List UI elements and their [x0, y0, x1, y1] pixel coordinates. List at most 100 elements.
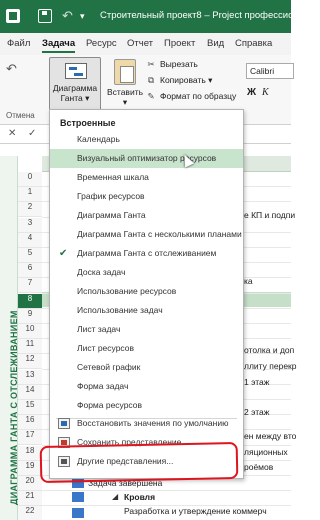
- gantt-chart-button[interactable]: Диаграмма Ганта ▾: [49, 57, 101, 112]
- row-number[interactable]: 8: [18, 293, 42, 309]
- row-number[interactable]: 17: [18, 430, 42, 446]
- view-resource-usage[interactable]: Использование ресурсов: [50, 282, 243, 301]
- row-text-8[interactable]: ляционных: [244, 447, 288, 457]
- row-text-4[interactable]: ллиту перекр: [244, 361, 297, 371]
- task-name[interactable]: Разработка и утверждение коммерч: [124, 506, 267, 516]
- row-number[interactable]: 16: [18, 415, 42, 431]
- cut-button[interactable]: ✂ Вырезать: [146, 57, 198, 71]
- paste-icon[interactable]: [114, 59, 136, 85]
- view-resource-usage-label: Использование ресурсов: [77, 286, 177, 296]
- view-visual-resource-planner[interactable]: Визуальный оптимизатор ресурсов: [50, 149, 243, 168]
- row-number[interactable]: 14: [18, 384, 42, 400]
- italic-button[interactable]: К: [262, 87, 269, 98]
- ribbon-undo-icon[interactable]: ↶: [6, 61, 17, 77]
- tab-file[interactable]: Файл: [7, 38, 30, 49]
- view-resource-sheet[interactable]: Лист ресурсов: [50, 339, 243, 358]
- scissors-icon: ✂: [147, 59, 155, 69]
- view-task-form[interactable]: Форма задач: [50, 377, 243, 396]
- row-number[interactable]: 7: [18, 278, 42, 294]
- view-task-usage[interactable]: Использование задач: [50, 301, 243, 320]
- summary-task-name[interactable]: Кровля: [124, 492, 155, 502]
- row-number[interactable]: 4: [18, 232, 42, 248]
- view-timeline-label: Временная шкала: [77, 172, 149, 182]
- row-text-6[interactable]: 2 этаж: [244, 407, 269, 417]
- format-painter-label: Формат по образцу: [160, 91, 237, 101]
- row-number[interactable]: 11: [18, 339, 42, 355]
- font-name-field[interactable]: Calibri: [246, 63, 294, 79]
- view-resource-form[interactable]: Форма ресурсов: [50, 396, 243, 415]
- undo-group-caption: Отмена: [6, 111, 35, 120]
- paste-button-label[interactable]: Вставить ▾: [106, 87, 144, 107]
- view-task-usage-label: Использование задач: [77, 305, 163, 315]
- row-number[interactable]: 2: [18, 202, 42, 218]
- row-text-2[interactable]: ка: [244, 276, 253, 286]
- view-tracking-gantt-label: Диаграмма Ганта с отслеживанием: [77, 248, 217, 258]
- row-number[interactable]: 12: [18, 354, 42, 370]
- tab-task[interactable]: Задача: [42, 38, 76, 53]
- quick-access-more-icon[interactable]: ▾: [80, 9, 94, 23]
- tab-project[interactable]: Проект: [164, 38, 195, 49]
- tab-report[interactable]: Отчет: [127, 38, 153, 49]
- row-text-3[interactable]: отолка и доп: [244, 345, 294, 355]
- view-task-sheet[interactable]: Лист задач: [50, 320, 243, 339]
- row-number[interactable]: 18: [18, 445, 42, 461]
- cancel-entry-icon[interactable]: ✕: [8, 128, 16, 139]
- view-timeline[interactable]: Временная шкала: [50, 168, 243, 187]
- copy-button[interactable]: ⧉ Копировать ▾: [146, 73, 212, 87]
- tab-help[interactable]: Справка: [235, 38, 272, 49]
- dropdown-section-header: Встроенные: [60, 118, 116, 128]
- tab-view[interactable]: Вид: [207, 38, 224, 49]
- row-number[interactable]: 20: [18, 476, 42, 491]
- row-text-7[interactable]: ен между вто: [244, 431, 296, 441]
- view-network-diagram[interactable]: Сетевой график: [50, 358, 243, 377]
- copy-icon: ⧉: [147, 75, 155, 85]
- checkmark-icon: ✔: [59, 248, 68, 259]
- task-mode-icon: [72, 492, 84, 502]
- gantt-chart-icon: [65, 63, 87, 79]
- row-number[interactable]: 19: [18, 460, 42, 476]
- bold-button[interactable]: Ж: [247, 87, 256, 98]
- undo-icon[interactable]: ↶: [62, 9, 76, 23]
- view-task-board[interactable]: Доска задач: [50, 263, 243, 282]
- row-number[interactable]: 10: [18, 324, 42, 339]
- row-number[interactable]: 22: [18, 506, 42, 520]
- tab-resource[interactable]: Ресурс: [86, 38, 117, 49]
- row-number[interactable]: 0: [18, 172, 42, 187]
- format-painter-button[interactable]: ✎ Формат по образцу: [146, 89, 236, 103]
- row-number[interactable]: 1: [18, 187, 42, 203]
- view-tracking-gantt[interactable]: ✔ Диаграмма Ганта с отслеживанием: [50, 244, 243, 263]
- view-resource-graph[interactable]: График ресурсов: [50, 187, 243, 206]
- row-number[interactable]: 6: [18, 263, 42, 279]
- view-task-form-label: Форма задач: [77, 381, 129, 391]
- title-bar: ↶ ▾ Строительный проект8 – Project профе…: [0, 0, 309, 33]
- view-gantt-multiple-baselines-label: Диаграмма Ганта с несколькими планами: [77, 229, 242, 239]
- row-number[interactable]: 3: [18, 217, 42, 233]
- row-number[interactable]: 13: [18, 369, 42, 385]
- confirm-entry-icon[interactable]: ✓: [28, 128, 36, 139]
- save-icon[interactable]: [38, 9, 52, 23]
- reset-view-icon: [58, 418, 70, 429]
- highlight-annotation: [39, 441, 239, 484]
- view-visual-resource-planner-label: Визуальный оптимизатор ресурсов: [77, 153, 217, 163]
- reset-to-default-button[interactable]: Восстановить значения по умолчанию: [50, 414, 243, 433]
- project-app-icon: [6, 9, 20, 23]
- cut-label: Вырезать: [160, 59, 198, 69]
- brush-icon: ✎: [147, 91, 155, 101]
- view-calendar-label: Календарь: [77, 134, 120, 144]
- window-title: Строительный проект8 – Project профессио…: [100, 10, 310, 21]
- view-calendar[interactable]: Календарь: [50, 130, 243, 149]
- row-text-5[interactable]: 1 этаж: [244, 377, 269, 387]
- row-number[interactable]: 21: [18, 491, 42, 507]
- views-dropdown: Встроенные Календарь Визуальный оптимиза…: [49, 109, 244, 479]
- view-gantt-multiple-baselines[interactable]: Диаграмма Ганта с несколькими планами: [50, 225, 243, 244]
- row-text-1[interactable]: е КП и подпи: [244, 210, 295, 220]
- view-gantt-chart[interactable]: Диаграмма Ганта: [50, 206, 243, 225]
- gantt-chart-button-label: Диаграмма Ганта ▾: [52, 83, 98, 103]
- row-text-9[interactable]: роёмов: [244, 462, 273, 472]
- row-number[interactable]: 9: [18, 308, 42, 324]
- ribbon-tabs: Файл Задача Ресурс Отчет Проект Вид Спра…: [0, 33, 291, 55]
- row-number[interactable]: 5: [18, 248, 42, 263]
- row-number[interactable]: 15: [18, 400, 42, 415]
- view-resource-graph-label: График ресурсов: [77, 191, 145, 201]
- collapse-triangle-icon[interactable]: ◢: [112, 492, 118, 501]
